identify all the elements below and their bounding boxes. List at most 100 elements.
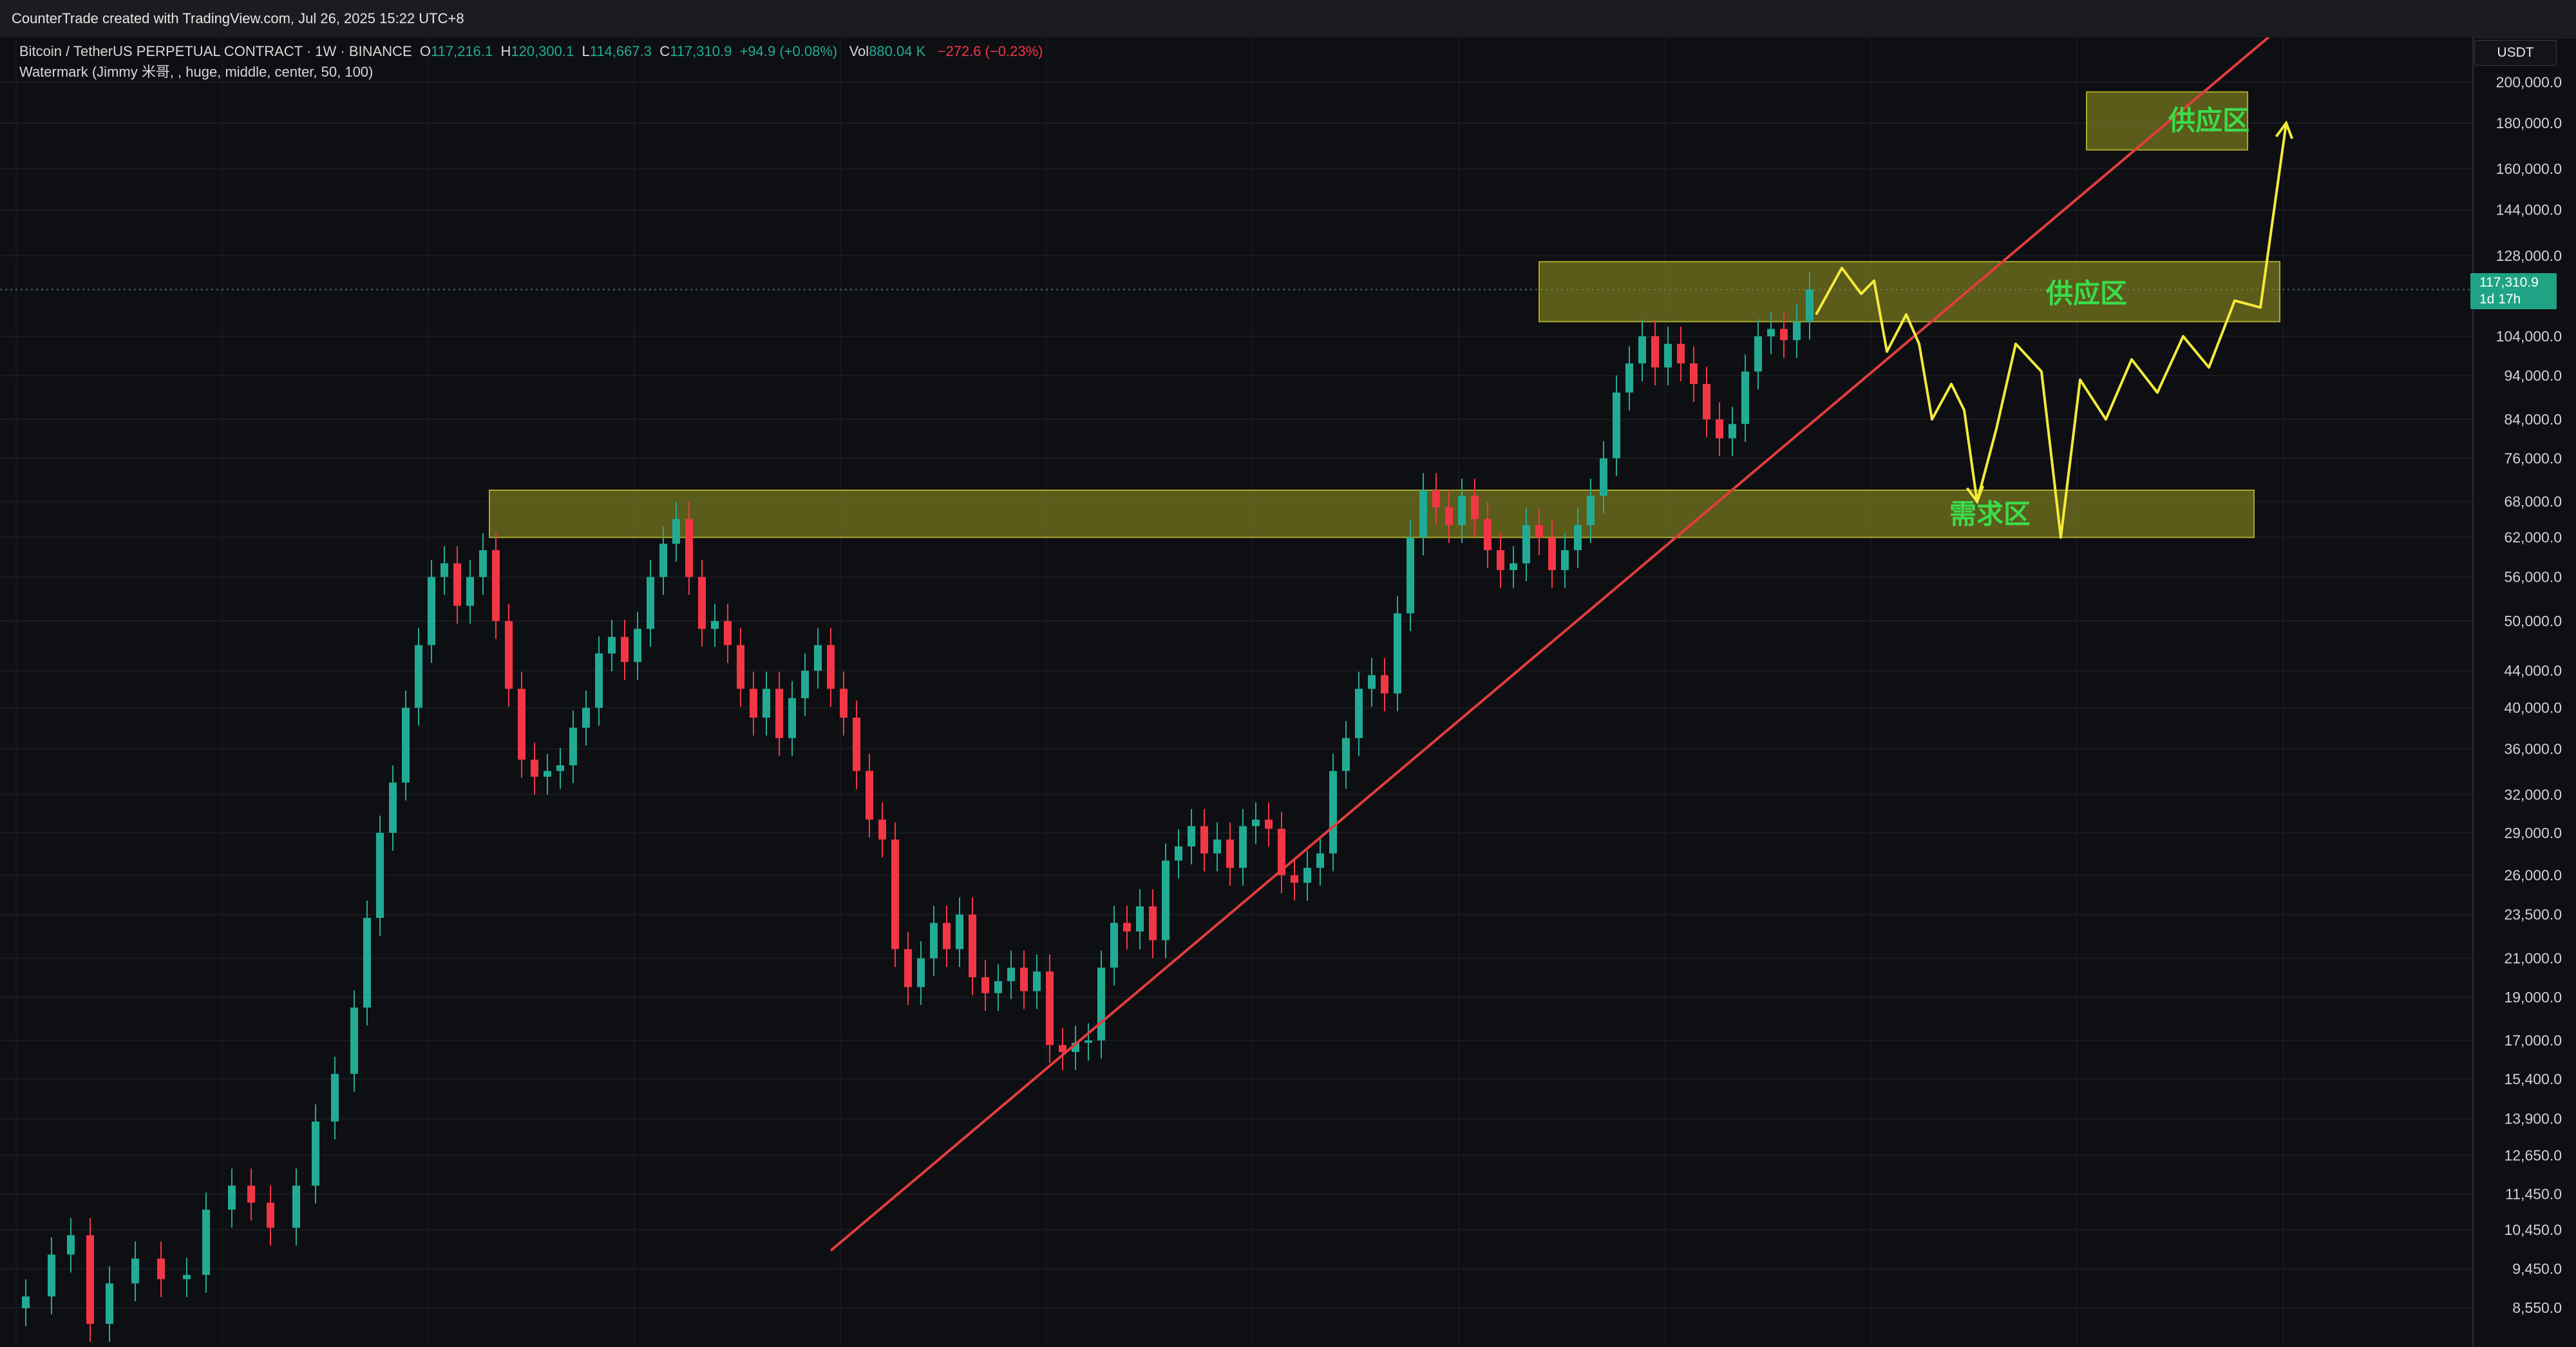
candle-body	[247, 1185, 255, 1203]
candle-body	[659, 544, 667, 577]
y-tick-label: 26,000.0	[2504, 867, 2562, 884]
legend-change: +94.9 (+0.08%)	[739, 43, 838, 59]
candle-body	[1226, 839, 1234, 868]
y-tick-label: 84,000.0	[2504, 411, 2562, 428]
candle-body	[1638, 336, 1646, 364]
candle-body	[1406, 537, 1414, 614]
y-tick-label: 29,000.0	[2504, 825, 2562, 841]
candle-body	[1690, 363, 1698, 385]
candle-body	[389, 782, 397, 833]
candle-body	[1188, 826, 1195, 846]
candle-body	[1664, 343, 1672, 368]
y-tick-label: 13,900.0	[2504, 1111, 2562, 1127]
candle-body	[1754, 336, 1762, 372]
candle-body	[1213, 839, 1221, 854]
candle-body	[1303, 868, 1311, 883]
candle-body	[647, 577, 654, 629]
legend-watermark-row: Watermark (Jimmy 米哥, , huge, middle, cen…	[19, 62, 1043, 82]
y-tick-label: 23,500.0	[2504, 906, 2562, 923]
candle-body	[672, 519, 680, 544]
y-tick-label: 8,550.0	[2512, 1299, 2562, 1316]
candle-body	[1123, 922, 1131, 931]
candle-body	[1445, 507, 1453, 526]
candle-body	[775, 689, 783, 738]
candle-body	[1432, 490, 1440, 508]
candle-body	[402, 707, 410, 783]
candle-body	[891, 839, 899, 950]
candle-body	[878, 819, 886, 840]
price-chart[interactable]: 供应区供应区需求区 200,000.0180,000.0160,000.0144…	[0, 37, 2576, 1347]
candle-body	[1793, 321, 1801, 340]
candle-body	[595, 653, 603, 708]
candle-body	[428, 577, 435, 645]
candle-body	[479, 550, 487, 577]
candle-body	[1728, 424, 1736, 439]
zone-label: 需求区	[1949, 498, 2031, 530]
candle-body	[582, 707, 590, 728]
candle-body	[956, 914, 963, 950]
candle-body	[788, 698, 796, 738]
candle-body	[228, 1185, 236, 1210]
legend-low-value: 114,667.3	[589, 43, 652, 59]
chart-credit: CounterTrade created with TradingView.co…	[12, 10, 464, 26]
chart-area[interactable]: 供应区 供应区 需求区 200,000.0 180,000.0 160,000.0 144…	[0, 37, 2576, 1347]
candle-body	[1613, 392, 1620, 459]
y-tick-label: 160,000.0	[2496, 160, 2562, 177]
price-axis[interactable]: 200,000.0 180,000.0 160,000.0 144,000.0 128,…	[2496, 73, 2562, 1315]
candle-body	[1419, 490, 1427, 538]
candle-body	[1510, 563, 1517, 570]
y-tick-label: 32,000.0	[2504, 786, 2562, 803]
legend-low-label: L	[582, 43, 590, 59]
candle-body	[840, 689, 848, 718]
candle-body	[1741, 371, 1749, 425]
legend-vol-value: 880.04 K	[869, 43, 926, 59]
candle-body	[1033, 971, 1041, 991]
y-tick-label: 10,450.0	[2504, 1221, 2562, 1238]
plot-background	[0, 37, 2473, 1347]
candle-body	[1265, 819, 1273, 829]
candle-body	[762, 689, 770, 718]
zone-box	[1539, 261, 2280, 323]
candle-body	[621, 636, 629, 662]
candle-body	[698, 577, 706, 629]
candle-body	[1020, 968, 1028, 991]
candle-body	[544, 770, 551, 777]
candle-body	[1175, 846, 1182, 861]
candle-body	[1059, 1045, 1066, 1053]
candle-body	[943, 922, 951, 950]
y-tick-label: 9,450.0	[2512, 1260, 2562, 1277]
candle-body	[131, 1258, 139, 1284]
candle-body	[22, 1296, 30, 1308]
candle-body	[440, 563, 448, 577]
candle-body	[363, 917, 371, 1008]
y-tick-label: 11,450.0	[2505, 1186, 2562, 1203]
candle-body	[1561, 550, 1569, 570]
candle-body	[556, 765, 564, 771]
candle-body	[827, 645, 835, 689]
candle-body	[1084, 1040, 1092, 1043]
candle-body	[1316, 853, 1324, 868]
candle-body	[202, 1209, 210, 1275]
legend-vol-label: Vol	[849, 43, 869, 59]
chart-credit-bar: CounterTrade created with TradingView.co…	[0, 0, 2576, 38]
y-tick-label: 15,400.0	[2504, 1071, 2562, 1087]
candle-body	[1200, 826, 1208, 854]
y-tick-label: 40,000.0	[2504, 700, 2562, 716]
candle-body	[312, 1121, 319, 1186]
candle-body	[292, 1185, 300, 1228]
candle-body	[853, 718, 860, 771]
bar-countdown: 1d 17h	[2479, 292, 2521, 307]
currency-button[interactable]: USDT	[2474, 40, 2557, 66]
candle-body	[157, 1258, 165, 1279]
candle-body	[48, 1254, 55, 1297]
legend-vol-change: −272.6 (−0.23%)	[937, 43, 1043, 59]
candle-body	[376, 832, 384, 918]
candle-body	[634, 629, 641, 662]
candle-body	[1368, 675, 1376, 689]
candle-body	[1535, 525, 1543, 538]
candle-body	[505, 621, 513, 689]
last-price-value: 117,310.9	[2479, 275, 2539, 290]
candle-body	[724, 621, 732, 645]
candle-body	[1136, 906, 1144, 931]
candle-body	[608, 636, 616, 654]
